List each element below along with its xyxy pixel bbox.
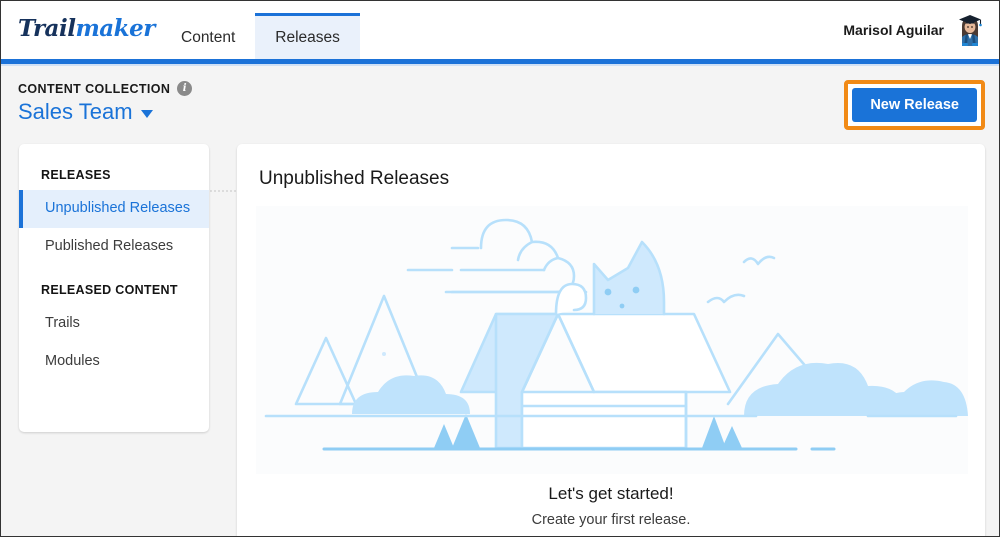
top-navigation-bar: Trailmaker Content Releases Marisol Agui…: [1, 1, 999, 59]
user-menu[interactable]: Marisol Aguilar: [843, 13, 987, 47]
cat-in-open-box-landscape-illustration: [264, 218, 968, 451]
collection-subheader: CONTENT COLLECTION i Sales Team New Rele…: [1, 66, 999, 192]
collection-name-text: Sales Team: [18, 99, 133, 124]
releases-sidebar: RELEASES Unpublished Releases Published …: [19, 144, 209, 432]
collection-label-row: CONTENT COLLECTION i: [18, 81, 193, 96]
empty-state-title: Let's get started!: [548, 484, 674, 503]
empty-state-subtitle: Create your first release.: [531, 512, 691, 528]
new-release-button[interactable]: New Release: [852, 88, 977, 122]
logo-text-maker: maker: [75, 15, 155, 42]
collection-label-text: CONTENT COLLECTION: [18, 81, 171, 96]
tab-releases[interactable]: Releases: [255, 13, 360, 59]
page-title: Unpublished Releases: [259, 168, 450, 189]
main-tabs: Content Releases: [161, 11, 360, 59]
sidebar-item-published-releases[interactable]: Published Releases: [19, 228, 209, 266]
main-content-card: Unpublished Releases Let's get started! …: [237, 144, 985, 536]
info-circle-icon[interactable]: i: [177, 81, 193, 96]
trailmaker-logo[interactable]: Trailmaker: [18, 15, 155, 42]
empty-state-illustration-area: [256, 206, 968, 474]
sidebar-item-modules[interactable]: Modules: [19, 343, 209, 381]
trailmaker-app-window: Trailmaker Content Releases Marisol Agui…: [0, 0, 1000, 537]
user-name-label: Marisol Aguilar: [843, 22, 944, 38]
sidebar-heading-released-content: RELEASED CONTENT: [41, 283, 178, 298]
collection-name-dropdown[interactable]: Sales Team: [18, 99, 153, 125]
sidebar-item-unpublished-releases[interactable]: Unpublished Releases: [19, 190, 209, 228]
logo-text-trail: Trail: [18, 15, 76, 42]
chevron-down-icon: [140, 110, 153, 118]
sidebar-item-trails[interactable]: Trails: [19, 305, 209, 343]
sidebar-heading-releases: RELEASES: [41, 168, 111, 182]
user-avatar-graduate-icon[interactable]: [953, 13, 987, 47]
tab-content[interactable]: Content: [161, 13, 255, 59]
new-release-highlight-box: New Release: [844, 80, 985, 130]
